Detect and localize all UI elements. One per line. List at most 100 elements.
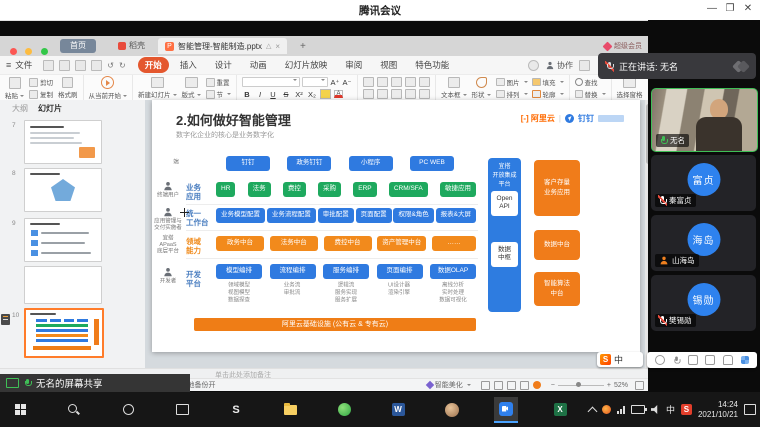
new-slide-button[interactable]: 新建幻灯片 <box>138 77 177 99</box>
numbered-list-icon[interactable] <box>377 77 388 87</box>
format-painter-button[interactable]: 格式刷 <box>58 77 78 99</box>
skin-icon[interactable] <box>723 355 733 365</box>
zoom-slider[interactable] <box>558 385 604 386</box>
start-button[interactable] <box>8 397 32 423</box>
slide-thumbnail-10-selected[interactable] <box>24 308 104 358</box>
tray-app-icon[interactable] <box>602 405 611 414</box>
italic-button[interactable]: I <box>255 90 265 99</box>
fill-button[interactable]: 填充 <box>532 77 564 87</box>
slideshow-icon[interactable] <box>520 381 529 390</box>
member-badge[interactable]: 超级会员 <box>604 41 642 51</box>
slide-thumbnail-7[interactable] <box>24 120 102 164</box>
indent-decrease-icon[interactable] <box>391 77 402 87</box>
beautify-button[interactable]: 智能美化 <box>427 380 471 390</box>
action-center-icon[interactable] <box>744 404 756 415</box>
close-button[interactable]: ✕ <box>740 3 756 14</box>
ime-grid-icon[interactable] <box>741 356 749 364</box>
ribbon-tab-start[interactable]: 开始 <box>138 57 169 73</box>
justify-icon[interactable] <box>405 89 416 99</box>
new-document-tab[interactable]: + <box>300 41 306 52</box>
reset-button[interactable]: 重置 <box>206 77 232 87</box>
sogou-icon[interactable]: S <box>600 354 611 365</box>
screen-share-banner[interactable]: 无名的屏幕共享 <box>0 374 190 392</box>
tencent-meeting-button[interactable] <box>494 397 518 423</box>
indent-increase-icon[interactable] <box>405 77 416 87</box>
tab-slides[interactable]: 幻灯片 <box>38 103 62 114</box>
cloud-status-icon[interactable] <box>528 60 539 71</box>
columns-icon[interactable] <box>419 89 430 99</box>
bold-button[interactable]: B <box>242 90 252 99</box>
replace-button[interactable]: 替换 <box>575 89 606 99</box>
export-icon[interactable] <box>75 60 86 71</box>
strikethrough-button[interactable]: S <box>281 90 291 99</box>
font-name-select[interactable] <box>242 77 300 87</box>
underline-button[interactable]: U <box>268 90 278 99</box>
file-menu[interactable]: ≡ 文件 <box>6 57 39 73</box>
preview-icon[interactable] <box>91 60 102 71</box>
arrange-button[interactable]: 排列 <box>496 89 528 99</box>
ribbon-tab-insert[interactable]: 插入 <box>173 57 204 73</box>
ime-toolbar[interactable] <box>647 352 757 368</box>
close-doc-icon[interactable]: × <box>275 42 280 51</box>
excel-button[interactable]: X <box>548 397 572 423</box>
line-spacing-icon[interactable] <box>419 77 430 87</box>
tab-outline[interactable]: 大纲 <box>12 103 28 114</box>
ime-mode-toggle[interactable]: 中 <box>614 353 623 366</box>
decrease-font-button[interactable]: A⁻ <box>342 78 352 87</box>
increase-font-button[interactable]: A⁺ <box>330 78 340 87</box>
font-size-select[interactable] <box>302 77 328 87</box>
maximize-button[interactable]: ❐ <box>722 3 738 14</box>
record-icon[interactable] <box>533 381 541 389</box>
participant-tile[interactable]: 锡勋 樊锡勋 <box>651 275 756 331</box>
align-right-icon[interactable] <box>391 89 402 99</box>
textbox-button[interactable]: 文本框 <box>441 77 467 99</box>
redo-icon[interactable]: ↻ <box>119 61 126 70</box>
collaborate-button[interactable]: 协作 <box>545 60 573 71</box>
zoom-control[interactable]: − + 52% <box>551 381 652 390</box>
file-explorer-button[interactable] <box>278 397 302 423</box>
maximize-dot-icon[interactable] <box>41 48 48 55</box>
tab-home[interactable]: 首页 <box>60 39 96 53</box>
tab-docer[interactable]: 稻壳 <box>112 39 151 53</box>
zoom-in-button[interactable]: + <box>607 382 611 389</box>
align-center-icon[interactable] <box>377 89 388 99</box>
emoji-icon[interactable] <box>655 355 665 365</box>
picture-button[interactable]: 图片 <box>496 77 528 87</box>
ribbon-tab-animation[interactable]: 动画 <box>243 57 274 73</box>
normal-view-icon[interactable] <box>481 381 490 390</box>
align-left-icon[interactable] <box>363 89 374 99</box>
toolbox-icon[interactable] <box>705 355 715 365</box>
tray-expand-icon[interactable] <box>587 406 597 416</box>
volume-icon[interactable] <box>651 405 660 414</box>
ribbon-tab-slideshow[interactable]: 幻灯片放映 <box>278 57 335 73</box>
battery-icon[interactable] <box>631 405 645 414</box>
taskbar-search-button[interactable] <box>62 397 86 423</box>
cloud-sync-icon[interactable]: △ <box>266 42 271 50</box>
ribbon-tab-view[interactable]: 视图 <box>373 57 404 73</box>
document-tab[interactable]: P 智能管理-智能制造.pptx △ × <box>158 38 287 54</box>
task-view-button[interactable] <box>170 397 194 423</box>
taskbar-app-s[interactable]: S <box>224 397 248 423</box>
comment-marker-icon[interactable] <box>1 314 10 325</box>
ime-indicator[interactable]: 中 <box>666 403 675 416</box>
slide-thumbnail[interactable] <box>24 266 102 304</box>
undo-icon[interactable]: ↺ <box>107 61 114 70</box>
word-button[interactable]: W <box>386 397 410 423</box>
slide-sorter-icon[interactable] <box>494 381 503 390</box>
bullet-list-icon[interactable] <box>363 77 374 87</box>
superscript-button[interactable]: X² <box>294 90 304 99</box>
sogou-tray-icon[interactable]: S <box>681 404 692 415</box>
print-icon[interactable] <box>59 60 70 71</box>
reading-view-icon[interactable] <box>507 381 516 390</box>
copy-button[interactable]: 复制 <box>29 89 53 99</box>
close-dot-icon[interactable] <box>10 48 17 55</box>
selection-pane-button[interactable]: 选择窗格 <box>617 77 643 99</box>
save-icon[interactable] <box>43 60 54 71</box>
participant-video-tile[interactable]: 无名 <box>651 88 758 152</box>
quick-access-toolbar[interactable]: ↺ ↻ <box>43 60 125 71</box>
ribbon-tab-special[interactable]: 特色功能 <box>408 57 456 73</box>
ime-bar[interactable]: S 中 <box>597 352 643 367</box>
font-color-button[interactable]: A <box>334 90 343 98</box>
zoom-out-button[interactable]: − <box>551 382 555 389</box>
paste-button[interactable]: 粘贴 <box>5 77 24 100</box>
